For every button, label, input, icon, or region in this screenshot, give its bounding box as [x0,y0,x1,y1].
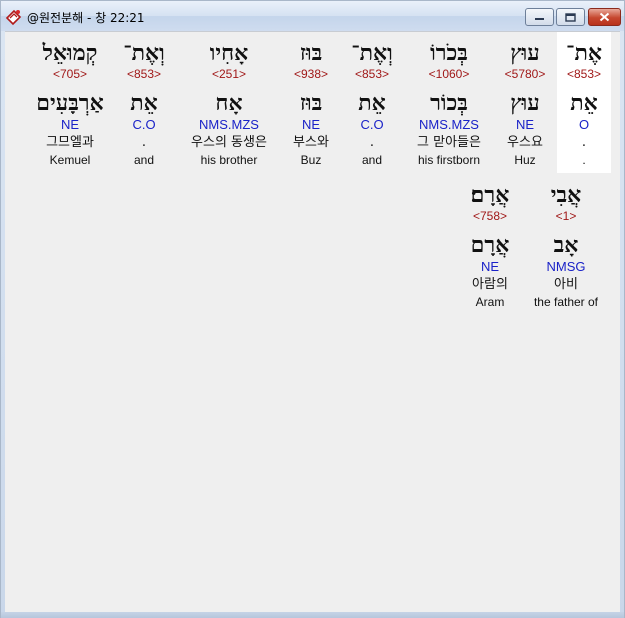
close-icon [599,12,610,22]
word-column[interactable]: אֲרָם׃ <758> אֲרָם NE 아람의 Aram [451,174,529,310]
hebrew-root: אֵת [358,90,386,116]
maximize-icon [565,12,576,22]
korean-gloss: 아람의 [472,277,508,292]
korean-gloss: 부스와 [293,135,329,150]
grammar-code: C.O [360,117,384,132]
hebrew-word: אֶת־ [566,40,602,66]
hebrew-root: בְּכוֹר [430,90,468,116]
english-gloss: the father of [533,295,599,309]
minimize-icon [535,18,544,20]
strong-number: <853> [566,67,602,81]
english-gloss: his brother [200,153,258,167]
grammar-code: NE [60,117,80,132]
word-column[interactable]: עוּץ <5780> עוּץ NE 우스요 Huz [485,32,565,168]
hebrew-root: אֵת [130,90,158,116]
hebrew-root: אֵת [570,90,598,116]
korean-gloss: . [369,135,375,150]
strong-number: <853> [354,67,390,81]
english-gloss: and [361,153,383,167]
strong-number: <251> [211,67,247,81]
hebrew-word: וְאֶת־ [351,40,393,66]
word-column[interactable]: אֲבִי <1> אָב NMSG 아비 the father of [523,174,609,310]
close-button[interactable] [588,8,621,26]
english-gloss: Aram [475,295,505,309]
grammar-code: C.O [132,117,156,132]
hebrew-word: וְאֶת־ [123,40,165,66]
korean-gloss: 아비 [554,277,578,292]
title-bar[interactable]: @원전분해 - 창 22:21 [1,1,624,31]
word-analysis-panel: אֶת־ <853> אֵת O . . עוּץ <5780> עוּץ NE… [5,31,620,614]
hebrew-word: אֲרָם׃ [470,182,510,208]
grammar-code: O [578,117,590,132]
grammar-code: NE [515,117,535,132]
grammar-code: NE [480,259,500,274]
korean-gloss: 우스의 동생은 [191,135,267,150]
app-window: @원전분해 - 창 22:21 אֶת־ <853> אֵת O . . עוּ… [0,0,625,618]
word-column[interactable]: בּוּז <938> בּוּז NE 부스와 Buz [276,32,346,168]
hebrew-word: אָחִיו [209,40,249,66]
strong-number: <1060> [428,67,470,81]
hebrew-root: אֲרָם [470,232,510,258]
maximize-button[interactable] [556,8,585,26]
grammar-code: NMSG [546,259,586,274]
strong-number: <758> [472,209,508,223]
strong-number: <5780> [504,67,546,81]
strong-number: <853> [126,67,162,81]
window-title: @원전분해 - 창 22:21 [27,11,145,25]
strong-number: <938> [293,67,329,81]
word-column[interactable]: וְאֶת־ <853> אֵת C.O . and [337,32,407,168]
word-column[interactable]: אָחִיו <251> אָח NMS.MZS 우스의 동생은 his bro… [177,32,281,168]
hebrew-word: אֲבִי [550,182,582,208]
window-bottom-border [1,612,624,618]
korean-gloss: 우스요 [507,135,543,150]
korean-gloss: 그므엘과 [46,135,94,150]
app-icon[interactable] [5,8,23,26]
word-column[interactable]: אֶת־ <853> אֵת O . . [557,32,611,173]
korean-gloss: . [141,135,147,150]
hebrew-root: בּוּז [299,90,323,116]
hebrew-root: אַרְבָּעִים [36,90,104,116]
hebrew-root: אָח [215,90,243,116]
english-gloss: Kemuel [49,153,91,167]
hebrew-root: עוּץ [510,90,540,116]
english-gloss: and [133,153,155,167]
hebrew-word: בְּכֹרוֹ [430,40,468,66]
grammar-code: NE [301,117,321,132]
hebrew-word: בּוּז [299,40,323,66]
grammar-code: NMS.MZS [199,117,259,132]
grammar-code: NMS.MZS [419,117,479,132]
hebrew-root: אָב [553,232,579,258]
word-column[interactable]: וְאֶת־ <853> אֵת C.O . and [109,32,179,168]
hebrew-word: עוּץ [510,40,540,66]
english-gloss: his firstborn [417,153,481,167]
word-column[interactable]: קְמוּאֵל <705> אַרְבָּעִים NE 그므엘과 Kemue… [27,32,113,168]
minimize-button[interactable] [525,8,554,26]
english-gloss: . [582,153,586,167]
hebrew-word: קְמוּאֵל [42,40,98,66]
strong-number: <705> [52,67,88,81]
english-gloss: Buz [300,153,322,167]
korean-gloss: . [581,135,587,150]
word-column[interactable]: בְּכֹרוֹ <1060> בְּכוֹר NMS.MZS 그 맏아들은 h… [401,32,497,168]
strong-number: <1> [555,209,577,223]
korean-gloss: 그 맏아들은 [417,135,481,150]
english-gloss: Huz [514,153,536,167]
